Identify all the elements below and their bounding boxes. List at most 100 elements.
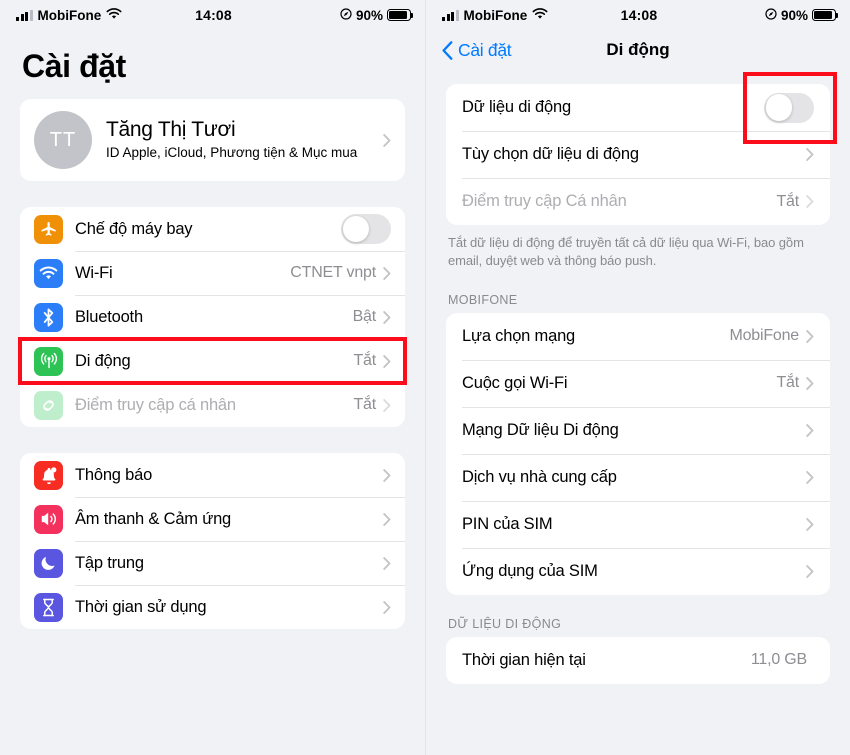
cellular-icon bbox=[34, 346, 63, 376]
row-bluetooth[interactable]: Bluetooth Bật bbox=[20, 295, 405, 339]
signal-bars-icon bbox=[442, 9, 459, 21]
cellular-data-group: Dữ liệu di động Tùy chọn dữ liệu di động Đ… bbox=[446, 84, 830, 225]
hourglass-icon bbox=[34, 592, 63, 622]
row-du-lieu-di-dong[interactable]: Dữ liệu di động bbox=[446, 84, 830, 131]
personal-hotspot-icon bbox=[34, 390, 63, 420]
row-label: Lựa chọn mạng bbox=[462, 326, 576, 345]
account-row[interactable]: TT Tăng Thị Tươi ID Apple, iCloud, Phươn… bbox=[20, 99, 405, 181]
row-value: Bật bbox=[352, 308, 377, 325]
dual-screenshot-container: MobiFone 14:08 90% Cài đặt TT Tăng Thị T… bbox=[0, 0, 850, 755]
connectivity-group: Chế độ máy bay Wi-Fi CTNET vnpt Bluetooth Bậ… bbox=[20, 207, 405, 427]
row-wi-fi[interactable]: Wi-Fi CTNET vnpt bbox=[20, 251, 405, 295]
row-che-do-may-bay[interactable]: Chế độ máy bay bbox=[20, 207, 405, 251]
chevron-right-icon bbox=[806, 195, 814, 208]
battery-percent-label: 90% bbox=[780, 7, 808, 23]
row-value: Tắt bbox=[776, 374, 799, 392]
row-label: PIN của SIM bbox=[462, 514, 553, 533]
account-text: Tăng Thị Tươi ID Apple, iCloud, Phương t… bbox=[106, 118, 383, 162]
row-label: Chế độ máy bay bbox=[75, 219, 193, 238]
back-button-label: Cài đặt bbox=[458, 39, 512, 60]
row-value: MobiFone bbox=[729, 327, 799, 345]
clock-label: 14:08 bbox=[195, 7, 232, 23]
data-section-header: DỮ LIỆU DI ĐỘNG bbox=[448, 616, 562, 631]
status-bar-right-cluster: 90% bbox=[232, 7, 414, 23]
chevron-right-icon bbox=[383, 512, 391, 526]
chevron-right-icon bbox=[383, 556, 391, 570]
row-label: Thời gian sử dụng bbox=[75, 597, 207, 616]
row-value: 11,0 GB bbox=[750, 651, 807, 669]
row-label: Cuộc gọi Wi-Fi bbox=[462, 373, 568, 392]
carrier-section-header: MOBIFONE bbox=[448, 292, 518, 307]
toggle-knob bbox=[342, 215, 370, 243]
chevron-right-icon bbox=[806, 148, 814, 161]
row-dich-vu-nha-cung-cap[interactable]: Dịch vụ nhà cung cấp bbox=[446, 453, 830, 501]
row-ung-dung-cua-sim[interactable]: Ứng dụng của SIM bbox=[446, 547, 830, 595]
battery-percent-label: 90% bbox=[355, 7, 383, 23]
status-bar-right-cluster-2: 90% bbox=[657, 7, 839, 23]
row-am-thanh-cam-ung[interactable]: Âm thanh & Cảm ứng bbox=[20, 497, 405, 541]
back-button[interactable]: Cài đặt bbox=[442, 39, 512, 61]
row-label: Điểm truy cập cá nhân bbox=[75, 395, 236, 414]
cellular-screen: MobiFone 14:08 90% Cài đặt Di động Dữ li… bbox=[425, 0, 850, 755]
data-usage-group: Thời gian hiện tại 11,0 GB bbox=[446, 636, 830, 684]
row-value: Tắt bbox=[353, 352, 376, 369]
row-value: CTNET vnpt bbox=[290, 264, 376, 281]
row-lua-chon-mang[interactable]: Lựa chọn mạng MobiFone bbox=[446, 313, 830, 360]
row-thong-bao[interactable]: Thông báo bbox=[20, 453, 405, 497]
row-label: Tập trung bbox=[75, 553, 144, 572]
chevron-right-icon bbox=[806, 517, 814, 531]
bluetooth-icon bbox=[34, 302, 63, 332]
chevron-right-icon bbox=[806, 423, 814, 437]
row-tuy-chon-du-lieu-di-dong[interactable]: Tùy chọn dữ liệu di động bbox=[446, 131, 830, 178]
row-label: Ứng dụng của SIM bbox=[462, 561, 598, 580]
chevron-right-icon bbox=[806, 470, 814, 484]
row-thoi-gian-su-dung[interactable]: Thời gian sử dụng bbox=[20, 585, 405, 629]
row-pin-cua-sim[interactable]: PIN của SIM bbox=[446, 500, 830, 548]
row-cuoc-goi-wi-fi[interactable]: Cuộc gọi Wi-Fi Tắt bbox=[446, 359, 830, 407]
row-thoi-gian-hien-tai[interactable]: Thời gian hiện tại 11,0 GB bbox=[446, 637, 830, 684]
system-group: Thông báo Âm thanh & Cảm ứng Tập trung Thời… bbox=[20, 453, 405, 629]
row-di-dong[interactable]: Di động Tắt bbox=[20, 339, 405, 383]
row-label: Di động bbox=[75, 351, 131, 370]
status-bar-right: MobiFone 14:08 90% bbox=[426, 0, 850, 30]
chevron-right-icon bbox=[806, 376, 814, 390]
location-services-icon bbox=[340, 7, 352, 23]
row-tap-trung[interactable]: Tập trung bbox=[20, 541, 405, 585]
row-label: Thời gian hiện tại bbox=[462, 650, 586, 669]
chevron-right-icon bbox=[383, 600, 391, 614]
toggle-knob bbox=[765, 94, 793, 121]
wifi-icon bbox=[34, 258, 63, 288]
bell-icon bbox=[34, 460, 63, 490]
chevron-left-icon bbox=[442, 40, 453, 60]
carrier-group: Lựa chọn mạng MobiFone Cuộc gọi Wi-Fi Tắt Mạ… bbox=[446, 312, 830, 595]
moon-icon bbox=[34, 548, 63, 578]
speaker-icon bbox=[34, 504, 63, 534]
settings-screen: MobiFone 14:08 90% Cài đặt TT Tăng Thị T… bbox=[0, 0, 425, 755]
chevron-right-icon bbox=[383, 398, 391, 412]
status-bar-left-cluster: MobiFone bbox=[16, 7, 195, 23]
account-subtitle: ID Apple, iCloud, Phương tiện & Mục mua bbox=[106, 145, 358, 161]
battery-icon bbox=[812, 9, 839, 21]
chevron-right-icon bbox=[806, 564, 814, 578]
account-name: Tăng Thị Tươi bbox=[106, 118, 236, 142]
row-label: Tùy chọn dữ liệu di động bbox=[462, 145, 639, 163]
carrier-label: MobiFone bbox=[37, 7, 102, 23]
chevron-right-icon bbox=[383, 266, 391, 280]
row-label: Dữ liệu di động bbox=[462, 98, 571, 116]
row-label: Thông báo bbox=[75, 465, 153, 484]
chevron-right-icon bbox=[383, 468, 391, 482]
row-label: Âm thanh & Cảm ứng bbox=[75, 509, 232, 528]
row-value: Tắt bbox=[776, 192, 799, 210]
row-diem-truy-cap-ca-nhan[interactable]: Điểm truy cập Cá nhân Tắt bbox=[446, 178, 830, 225]
signal-bars-icon bbox=[16, 9, 33, 21]
status-bar-left: MobiFone 14:08 90% bbox=[0, 0, 425, 30]
row-mang-du-lieu-di-dong[interactable]: Mạng Dữ liệu Di động bbox=[446, 406, 830, 454]
account-group: TT Tăng Thị Tươi ID Apple, iCloud, Phươn… bbox=[20, 99, 405, 181]
toggle-che-do-may-bay[interactable] bbox=[341, 214, 391, 244]
row-label: Điểm truy cập Cá nhân bbox=[462, 192, 627, 210]
chevron-right-icon bbox=[383, 133, 391, 147]
chevron-right-icon bbox=[806, 329, 814, 343]
row-label: Dịch vụ nhà cung cấp bbox=[462, 467, 617, 486]
row-diem-truy-cap-ca-nhan[interactable]: Điểm truy cập cá nhân Tắt bbox=[20, 383, 405, 427]
toggle-du-lieu-di-dong[interactable] bbox=[764, 92, 814, 123]
